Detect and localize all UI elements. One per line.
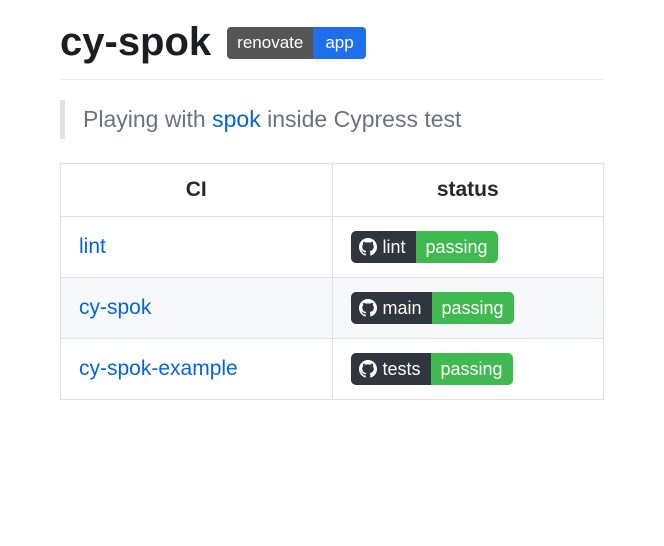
status-badge-label: lint	[383, 237, 406, 258]
readme-header: cy-spok renovate app	[60, 20, 604, 80]
status-badge-status: passing	[431, 353, 513, 385]
status-badge-left: tests	[351, 353, 431, 385]
renovate-badge[interactable]: renovate app	[227, 27, 366, 59]
table-row: cy-spok main passing	[61, 278, 604, 339]
table-row: lint lint passing	[61, 217, 604, 278]
blockquote-text-before: Playing with	[83, 106, 212, 132]
status-badge-status: passing	[416, 231, 498, 263]
github-icon	[359, 238, 377, 256]
table-header-ci: CI	[61, 164, 333, 217]
status-badge-status: passing	[432, 292, 514, 324]
ci-link[interactable]: cy-spok-example	[79, 357, 238, 380]
status-badge-left: lint	[351, 231, 416, 263]
status-badge[interactable]: lint passing	[351, 231, 498, 263]
blockquote-text-after: inside Cypress test	[261, 106, 462, 132]
renovate-badge-right: app	[313, 27, 365, 59]
status-badge[interactable]: main passing	[351, 292, 514, 324]
ci-link[interactable]: lint	[79, 235, 106, 258]
table-header-status: status	[332, 164, 604, 217]
spok-link[interactable]: spok	[212, 106, 261, 132]
ci-link[interactable]: cy-spok	[79, 296, 151, 319]
status-badge-label: main	[383, 298, 422, 319]
github-icon	[359, 299, 377, 317]
page-title: cy-spok	[60, 20, 211, 65]
status-badge-label: tests	[383, 359, 421, 380]
ci-status-table: CI status lint lint passing cy-spok	[60, 163, 604, 400]
renovate-badge-left: renovate	[227, 27, 313, 59]
table-row: cy-spok-example tests passing	[61, 339, 604, 400]
description-blockquote: Playing with spok inside Cypress test	[60, 100, 604, 139]
status-badge[interactable]: tests passing	[351, 353, 513, 385]
github-icon	[359, 360, 377, 378]
status-badge-left: main	[351, 292, 432, 324]
